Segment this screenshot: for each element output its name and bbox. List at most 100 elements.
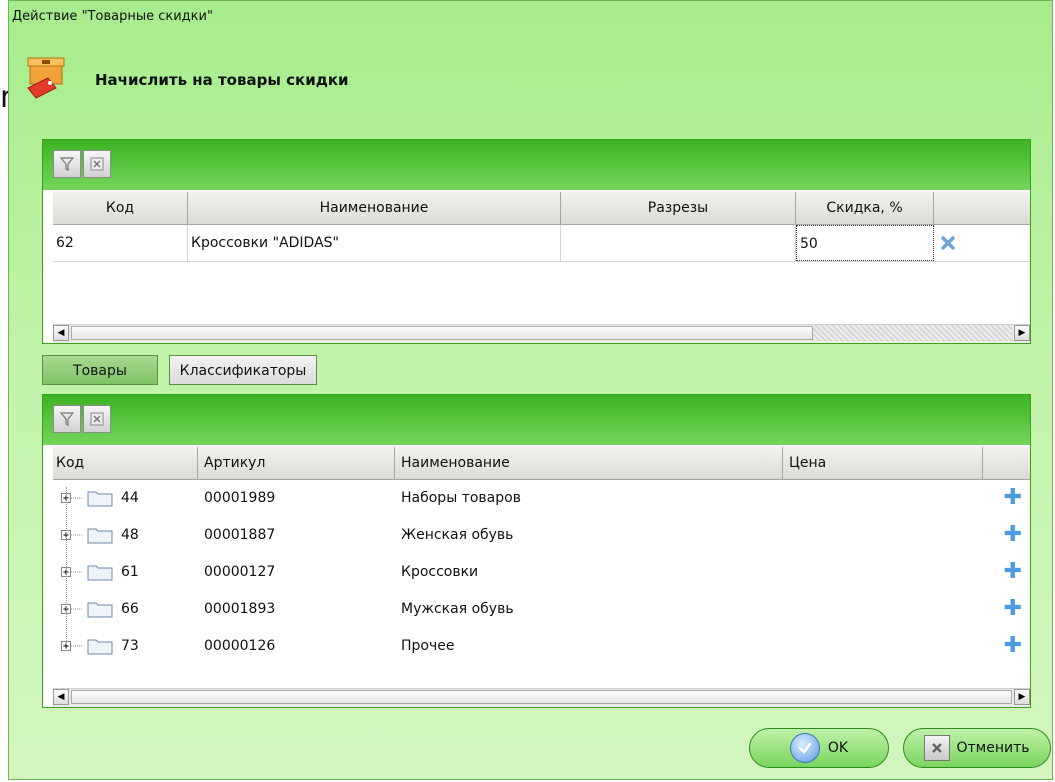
col-article[interactable]: Артикул xyxy=(198,447,395,479)
cell-price xyxy=(783,591,983,627)
scroll-left-button[interactable]: ◀ xyxy=(53,689,69,705)
tree-expand-icon[interactable] xyxy=(61,529,83,541)
clear-filter-button[interactable] xyxy=(83,150,111,178)
ok-button[interactable]: OK xyxy=(749,728,889,768)
ok-label: OK xyxy=(827,740,849,756)
remove-row-button[interactable] xyxy=(934,225,1030,261)
cell-price xyxy=(783,628,983,664)
cancel-label: Отменить xyxy=(956,740,1030,756)
table-row[interactable]: 61 00000127 Кроссовки ✚ xyxy=(53,554,1030,590)
col-name[interactable]: Наименование xyxy=(395,447,783,479)
goods-hscrollbar[interactable]: ◀ ▶ xyxy=(53,688,1030,707)
cell-name: Женская обувь xyxy=(401,527,514,543)
cell-price xyxy=(783,480,983,516)
goods-grid: Код Артикул Наименование Цена 44 00001989… xyxy=(53,447,1030,707)
add-button[interactable]: ✚ xyxy=(983,517,1030,553)
table-row[interactable]: 73 00000126 Прочее ✚ xyxy=(53,628,1030,664)
selected-grid: Код Наименование Разрезы Скидка, % 62 Кр… xyxy=(53,192,1030,343)
scroll-left-button[interactable]: ◀ xyxy=(53,325,69,341)
discount-dialog: Действие "Товарные скидки" Начислить на … xyxy=(8,0,1053,780)
scroll-right-button[interactable]: ▶ xyxy=(1014,325,1030,341)
tree-expand-icon[interactable] xyxy=(61,566,83,578)
cell-name: Прочее xyxy=(401,638,455,654)
add-plus-icon: ✚ xyxy=(1003,596,1022,621)
window-title: Действие "Товарные скидки" xyxy=(12,9,213,24)
cell-name: Кроссовки xyxy=(401,564,479,580)
scroll-right-button[interactable]: ▶ xyxy=(1014,689,1030,705)
folder-icon xyxy=(87,639,113,655)
col-actions xyxy=(934,192,1030,224)
cell-price xyxy=(783,517,983,553)
cell-name: Наборы товаров xyxy=(401,490,521,506)
add-plus-icon: ✚ xyxy=(1003,633,1022,658)
add-plus-icon: ✚ xyxy=(1003,485,1022,510)
tree-expand-icon[interactable] xyxy=(61,603,83,615)
filter-icon xyxy=(59,412,75,426)
selected-hscrollbar[interactable]: ◀ ▶ xyxy=(53,324,1030,343)
cell-code: 48 xyxy=(53,517,198,553)
filter-icon xyxy=(59,157,75,171)
table-row[interactable]: 44 00001989 Наборы товаров ✚ xyxy=(53,480,1030,516)
clear-filter-icon xyxy=(90,412,104,426)
clear-filter-button[interactable] xyxy=(83,405,111,433)
cell-code: 61 xyxy=(53,554,198,590)
goods-grid-header: Код Артикул Наименование Цена xyxy=(53,447,1030,480)
cell-name: Мужская обувь xyxy=(401,601,514,617)
cell-article: 00001989 xyxy=(204,490,276,506)
cell-article: 00000126 xyxy=(204,638,276,654)
col-discount[interactable]: Скидка, % xyxy=(796,192,934,224)
clear-filter-icon xyxy=(90,157,104,171)
col-code[interactable]: Код xyxy=(53,447,198,479)
col-actions xyxy=(983,447,1030,479)
cell-code: 66 xyxy=(53,591,198,627)
row-code: 61 xyxy=(121,564,139,580)
row-code: 73 xyxy=(121,638,139,654)
discount-input[interactable]: 50 xyxy=(796,225,934,261)
tab-goods[interactable]: Товары xyxy=(42,355,158,385)
col-name[interactable]: Наименование xyxy=(188,192,561,224)
sale-box-icon xyxy=(27,57,65,99)
tab-classifiers[interactable]: Классификаторы xyxy=(169,355,317,385)
col-sections[interactable]: Разрезы xyxy=(561,192,796,224)
col-code[interactable]: Код xyxy=(53,192,188,224)
add-button[interactable]: ✚ xyxy=(983,480,1030,516)
row-code: 48 xyxy=(121,527,139,543)
selected-goods-panel: Код Наименование Разрезы Скидка, % 62 Кр… xyxy=(42,139,1031,344)
selected-toolbar xyxy=(43,140,1030,190)
add-button[interactable]: ✚ xyxy=(983,591,1030,627)
cell-code: 44 xyxy=(53,480,198,516)
cancel-button[interactable]: Отменить xyxy=(903,728,1051,768)
remove-x-icon xyxy=(941,236,955,250)
col-price[interactable]: Цена xyxy=(783,447,983,479)
filter-button[interactable] xyxy=(53,405,81,433)
header-text: Начислить на товары скидки xyxy=(95,71,349,89)
folder-icon xyxy=(87,565,113,581)
tree-guide-line xyxy=(66,487,67,643)
cell-article: 00000127 xyxy=(204,564,276,580)
table-row[interactable]: 62 Кроссовки "ADIDAS" 50 xyxy=(53,225,1030,262)
row-code: 66 xyxy=(121,601,139,617)
tree-expand-icon[interactable] xyxy=(61,492,83,504)
cell-code: 73 xyxy=(53,628,198,664)
folder-icon xyxy=(87,491,113,507)
cell-code: 62 xyxy=(53,225,188,261)
goods-panel: Код Артикул Наименование Цена 44 00001989… xyxy=(42,394,1031,708)
cancel-x-icon xyxy=(924,735,951,761)
scroll-thumb[interactable] xyxy=(71,326,813,340)
selected-grid-header: Код Наименование Разрезы Скидка, % xyxy=(53,192,1030,225)
cell-name: Кроссовки "ADIDAS" xyxy=(188,225,561,261)
table-row[interactable]: 66 00001893 Мужская обувь ✚ xyxy=(53,591,1030,627)
scroll-thumb[interactable] xyxy=(71,690,1012,704)
add-button[interactable]: ✚ xyxy=(983,628,1030,664)
filter-button[interactable] xyxy=(53,150,81,178)
add-plus-icon: ✚ xyxy=(1003,559,1022,584)
check-icon xyxy=(789,733,820,763)
add-button[interactable]: ✚ xyxy=(983,554,1030,590)
cell-article: 00001887 xyxy=(204,527,276,543)
folder-icon xyxy=(87,528,113,544)
cell-sections xyxy=(561,225,796,261)
tree-expand-icon[interactable] xyxy=(61,640,83,652)
table-row[interactable]: 48 00001887 Женская обувь ✚ xyxy=(53,517,1030,553)
folder-icon xyxy=(87,602,113,618)
cell-article: 00001893 xyxy=(204,601,276,617)
